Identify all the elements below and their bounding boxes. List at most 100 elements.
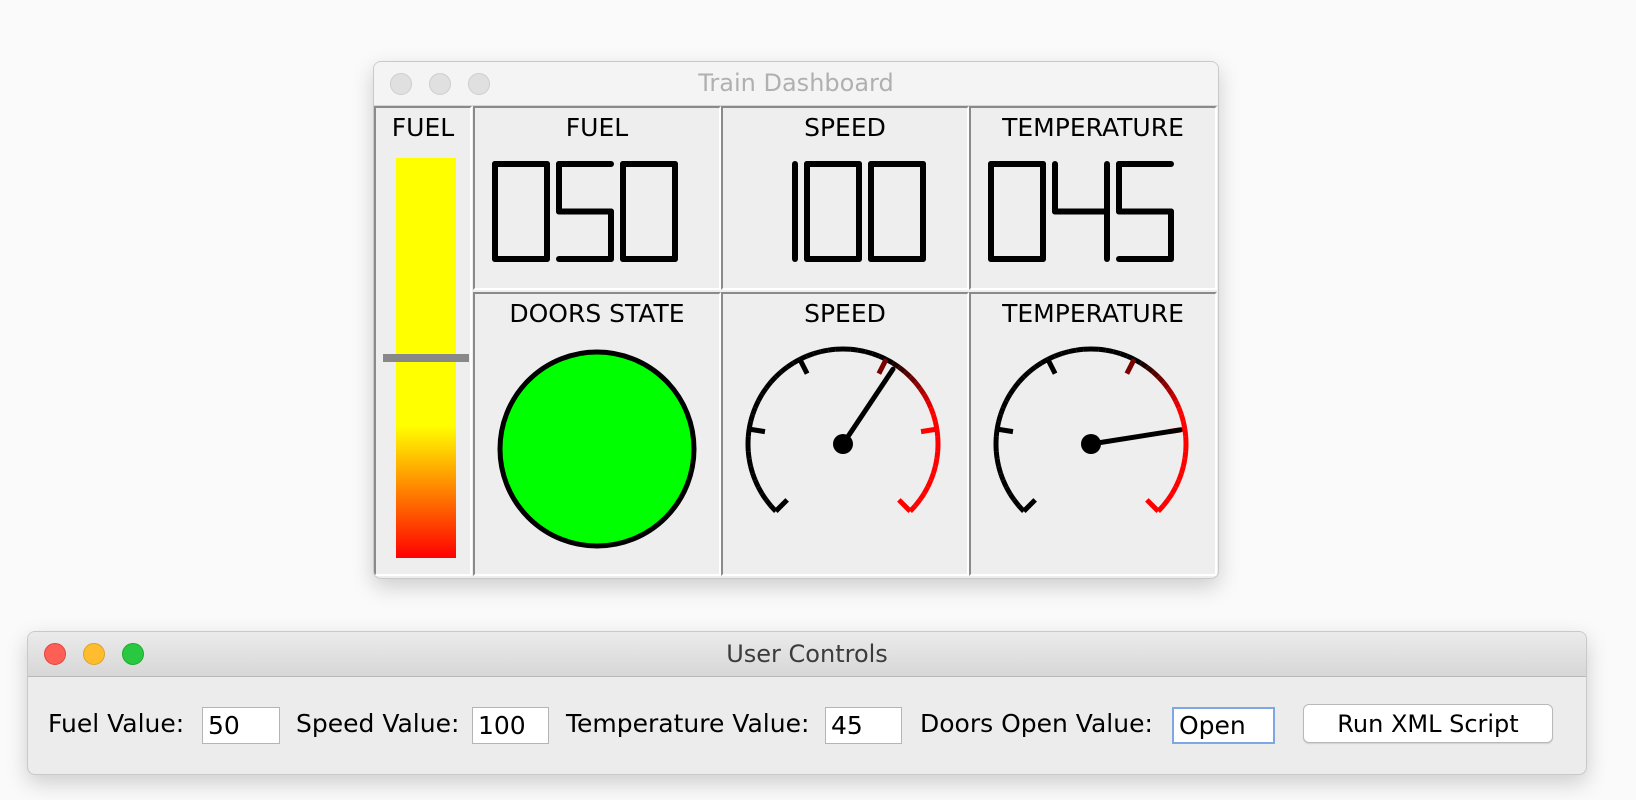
gauge-arc-segment xyxy=(805,351,815,359)
gauge-arc-segment xyxy=(871,351,881,359)
gauge-arc-segment xyxy=(994,458,1002,467)
gauge-arc-segment xyxy=(745,451,752,460)
gauge-arc-segment xyxy=(925,479,934,489)
gauge-arc-segment xyxy=(1165,492,1175,502)
gauge-arc-segment xyxy=(934,451,941,460)
gauge-arc-segment xyxy=(1161,380,1170,390)
seven-segment-display xyxy=(492,161,678,262)
gauge-arc-segment xyxy=(1012,380,1021,390)
gauge-arc-segment xyxy=(928,406,936,416)
seven-segment-display xyxy=(988,161,1174,262)
gauge-arc-segment xyxy=(864,349,874,357)
gauge-arc-segment xyxy=(764,498,773,508)
temperature-gauge-panel: TEMPERATURE xyxy=(969,292,1217,576)
dashboard-titlebar: Train Dashboard xyxy=(374,62,1218,106)
gauge-arc-segment xyxy=(820,347,829,355)
digital-display-temperature: TEMPERATURE xyxy=(969,106,1217,290)
fuel-bar-svg xyxy=(383,158,469,558)
gauge-arc-segment xyxy=(1016,375,1026,384)
digital-display-speed: SPEED xyxy=(721,106,969,290)
gauge-arc-segment xyxy=(748,465,756,475)
gauge-arc-segment xyxy=(756,485,765,495)
gauge-arc-segment xyxy=(750,406,758,416)
gauge-tick xyxy=(897,498,912,513)
gauge-arc-segment xyxy=(812,349,822,357)
gauge-tick xyxy=(1022,498,1037,513)
gauge-arc-segment xyxy=(917,386,927,396)
gauge-arc-segment xyxy=(1173,399,1182,409)
fuel-value-label: Fuel Value: xyxy=(48,709,185,738)
gauge-arc-segment xyxy=(785,360,795,370)
gauge-arc-segment xyxy=(998,406,1006,416)
gauge-arc-segment xyxy=(764,380,773,390)
gauge-needle xyxy=(1088,427,1183,447)
fuel-level-marker xyxy=(383,354,469,362)
gauge-arc-segment xyxy=(998,472,1006,482)
gauge-arc-segment xyxy=(925,399,934,409)
gauge-arc-segment xyxy=(1004,393,1013,403)
gauge-arc-segment xyxy=(1098,346,1107,353)
gauge-arc-segment xyxy=(850,346,859,353)
gauge-arc-segment xyxy=(1173,479,1182,489)
gauge-arc-segment xyxy=(1161,498,1170,508)
doors-state-svg xyxy=(497,349,697,549)
speed-gauge-panel: SPEED xyxy=(721,292,969,576)
gauge-arc-segment xyxy=(750,472,758,482)
gauge-arc-segment xyxy=(1151,369,1160,379)
gauge-arc-segment xyxy=(746,458,754,467)
gauge-arc-segment xyxy=(897,365,907,374)
gauge-arc-segment xyxy=(891,360,901,370)
gauge-arc-segment xyxy=(1060,349,1070,357)
gauge-arc-segment xyxy=(1178,413,1186,423)
controls-titlebar: User Controls xyxy=(28,632,1586,677)
speed-gauge xyxy=(745,346,941,513)
gauge-arc-segment xyxy=(1068,347,1077,355)
temperature-value-input[interactable] xyxy=(825,707,902,744)
speed-value-input[interactable] xyxy=(472,707,549,744)
gauge-arc-segment xyxy=(1176,406,1184,416)
gauge-arc-segment xyxy=(779,365,789,374)
gauge-arc-segment xyxy=(1145,365,1155,374)
gauge-arc-segment xyxy=(1156,375,1166,384)
gauge-tick xyxy=(920,426,938,435)
seven-segment-display xyxy=(792,161,926,262)
gauge-arc-segment xyxy=(1139,360,1149,370)
run-xml-script-button[interactable]: Run XML Script xyxy=(1303,704,1553,743)
speed-value-label: Speed Value: xyxy=(296,709,460,738)
gauge-arc-segment xyxy=(748,413,756,423)
gauge-arc-segment xyxy=(996,413,1004,423)
gauge-arc-segment xyxy=(759,386,769,396)
gauge-hub xyxy=(833,434,853,454)
controls-title: User Controls xyxy=(726,640,888,668)
gauge-arc-segment xyxy=(932,458,940,467)
gauge-arc-segment xyxy=(1180,458,1188,467)
fuel-value-input[interactable] xyxy=(202,707,280,744)
gauge-arc-segment xyxy=(1027,365,1037,374)
fuel-bar-panel: FUEL xyxy=(374,106,472,576)
gauge-arc-segment xyxy=(913,380,922,390)
gauge-arc-segment xyxy=(1012,498,1021,508)
gauge-arc-segment xyxy=(908,375,918,384)
gauge-arc-segment xyxy=(1105,347,1114,355)
gauge-arc-segment xyxy=(921,393,930,403)
gauge-arc-segment xyxy=(768,375,778,384)
gauge-arc-segment xyxy=(1004,485,1013,495)
gauge-arc-segment xyxy=(827,346,836,353)
temperature-value-label: Temperature Value: xyxy=(566,709,810,738)
gauge-arc-segment xyxy=(1178,465,1186,475)
gauge-arc-segment xyxy=(752,479,761,489)
gauge-arc-segment xyxy=(1007,492,1017,502)
gauge-tick xyxy=(748,426,766,435)
gauge-arc-segment xyxy=(1033,360,1043,370)
gauge-arc-segment xyxy=(1119,351,1129,359)
gauge-arc-segment xyxy=(759,492,769,502)
gauge-arc-segment xyxy=(993,451,1000,460)
train-dashboard-window: Train Dashboard FUEL FUEL SPEED TEMPERAT… xyxy=(373,61,1219,579)
gauge-arc-segment xyxy=(752,399,761,409)
gauge-arc-segment xyxy=(1165,386,1175,396)
doors-open-value-input[interactable] xyxy=(1172,707,1275,744)
gauge-needle xyxy=(840,366,896,447)
doors-state-indicator-icon xyxy=(497,349,697,549)
gauge-tick xyxy=(996,426,1014,435)
gauge-arc-segment xyxy=(1022,369,1031,379)
